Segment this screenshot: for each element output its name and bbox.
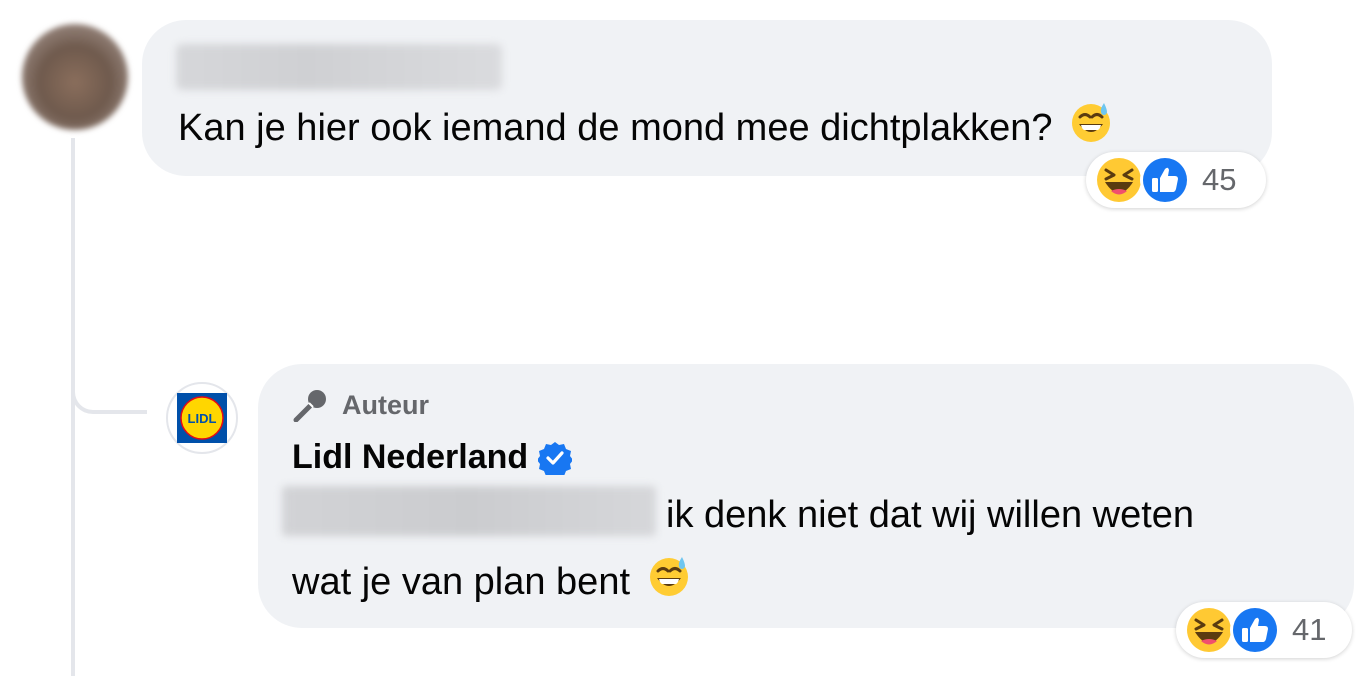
reaction-count: 41 (1292, 612, 1327, 647)
page-name[interactable]: Lidl Nederland (292, 438, 573, 477)
reply-text-line-2-content: wat je van plan bent (292, 561, 631, 603)
grinning-sweat-emoji-icon (1072, 103, 1111, 142)
reaction-count: 45 (1202, 162, 1237, 197)
author-badge-label: Auteur (342, 389, 429, 420)
reactions-summary[interactable]: 45 (1086, 152, 1266, 208)
microphone-icon (293, 390, 326, 422)
comment-text: Kan je hier ook iemand de mond mee dicht… (178, 100, 1113, 151)
thread-connector-line (71, 138, 75, 676)
reactions-summary[interactable]: 41 (1176, 602, 1352, 658)
svg-text:LIDL: LIDL (188, 411, 217, 426)
like-reaction-icon (1230, 605, 1280, 655)
reply-text-line-2: wat je van plan bent (292, 554, 691, 605)
blurred-mention[interactable] (282, 486, 656, 536)
grinning-sweat-emoji-icon (649, 557, 688, 596)
verified-badge-icon (538, 441, 573, 475)
lidl-avatar[interactable]: LIDL (166, 382, 238, 454)
page-name-label[interactable]: Lidl Nederland (292, 438, 528, 477)
comment-thread: Kan je hier ook iemand de mond mee dicht… (0, 0, 1366, 676)
reply-text-line-1: ik denk niet dat wij willen weten (666, 494, 1195, 536)
lidl-logo-icon: LIDL (177, 393, 227, 443)
author-badge: Auteur (292, 388, 429, 422)
blurred-commenter-name[interactable] (176, 44, 502, 90)
thread-connector-curve (71, 370, 147, 414)
commenter-avatar[interactable] (22, 24, 128, 130)
like-reaction-icon (1140, 155, 1190, 205)
comment-text-content: Kan je hier ook iemand de mond mee dicht… (178, 107, 1053, 149)
